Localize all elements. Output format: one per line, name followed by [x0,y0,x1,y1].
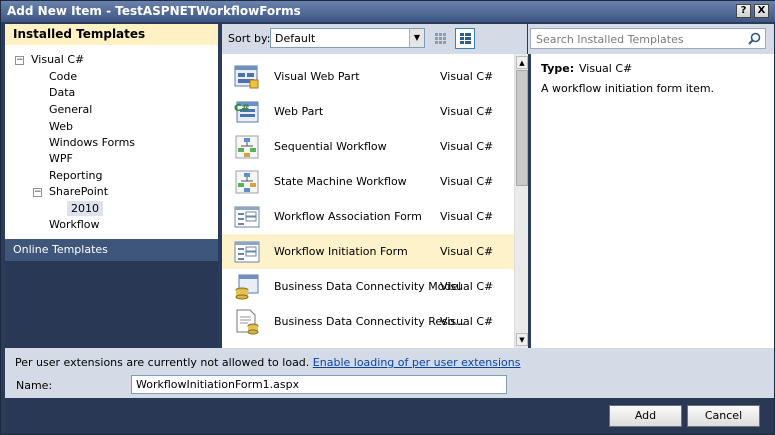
tree-item-data[interactable]: Data [49,86,75,99]
search-input[interactable]: Search Installed Templates [530,28,766,49]
template-language: Visual C# [440,210,494,223]
sort-by-value: Default [275,32,316,45]
tree-item-windows-forms[interactable]: Windows Forms [49,136,135,149]
template-language: Visual C# [440,315,494,328]
template-name: State Machine Workflow [274,175,407,188]
template-details-panel: Type: Visual C# A workflow initiation fo… [531,54,774,348]
template-description: A workflow initiation form item. [541,82,715,95]
tree-item-code[interactable]: Code [49,70,77,83]
window-title: Add New Item - TestASPNETWorkflowForms [7,4,301,18]
help-button[interactable]: ? [736,4,751,18]
form-icon [234,206,260,228]
left-panel-empty [5,261,218,348]
template-row-bdc-model[interactable]: Business Data Connectivity Model Visual … [222,269,514,304]
template-language: Visual C# [440,70,494,83]
search-icon[interactable] [748,32,761,45]
form-icon [234,241,260,263]
close-button[interactable]: X [754,4,769,18]
small-icons-view-icon [435,33,446,44]
template-row-bdc-resource[interactable]: Business Data Connectivity Reso... Visua… [222,304,514,339]
collapse-sharepoint-icon[interactable]: − [33,188,42,197]
web-part-icon: C# [234,101,259,123]
template-row-state-machine-workflow[interactable]: State Machine Workflow Visual C# [222,164,514,199]
template-language: Visual C# [440,245,494,258]
tree-item-reporting[interactable]: Reporting [49,169,102,182]
template-row-visual-web-part[interactable]: Visual Web Part Visual C# [222,59,514,94]
state-machine-workflow-icon [235,170,259,194]
chevron-down-icon[interactable]: ▼ [409,29,424,47]
type-label: Type: [541,62,575,75]
tree-item-general[interactable]: General [49,103,92,116]
svg-text:C#: C# [234,103,250,114]
sort-toolbar: Sort by: Default ▼ [222,24,527,54]
sequential-workflow-icon [235,135,259,159]
medium-icons-view-button[interactable] [455,28,475,49]
cancel-button[interactable]: Cancel [687,405,760,427]
bdc-model-icon [235,274,259,300]
template-name: Sequential Workflow [274,140,387,153]
template-row-workflow-initiation-form[interactable]: Workflow Initiation Form Visual C# [222,234,514,269]
tree-item-web[interactable]: Web [49,120,73,133]
tree-item-sharepoint-2010[interactable]: 2010 [67,201,103,216]
dialog-window: Add New Item - TestASPNETWorkflowForms ?… [0,0,775,435]
collapse-visual-csharp-icon[interactable]: − [15,56,24,65]
list-view-icon [460,33,471,44]
template-name: Business Data Connectivity Model [274,280,462,293]
visual-web-part-icon [234,65,259,89]
template-row-sequential-workflow[interactable]: Sequential Workflow Visual C# [222,129,514,164]
scroll-up-icon[interactable]: ▲ [516,56,528,69]
template-language: Visual C# [440,105,494,118]
dialog-footer: Add Cancel [5,398,774,434]
tree-item-visual-csharp[interactable]: Visual C# [31,53,84,66]
title-bar[interactable]: Add New Item - TestASPNETWorkflowForms ?… [1,1,775,22]
template-name: Visual Web Part [274,70,360,83]
template-name: Workflow Initiation Form [274,245,408,258]
search-area: Search Installed Templates [528,24,774,54]
template-language: Visual C# [440,175,494,188]
bdc-resource-icon [236,309,259,335]
template-categories-panel: Installed Templates − Visual C# Code Dat… [5,24,218,348]
template-row-workflow-association-form[interactable]: Workflow Association Form Visual C# [222,199,514,234]
extensions-message: Per user extensions are currently not al… [15,356,521,369]
online-templates-header[interactable]: Online Templates [5,239,218,261]
name-input[interactable]: WorkflowInitiationForm1.aspx [131,375,507,394]
installed-templates-header[interactable]: Installed Templates [5,24,218,45]
search-placeholder: Search Installed Templates [536,33,684,46]
small-icons-view-button[interactable] [430,28,450,49]
template-list-scrollbar[interactable]: ▲ ▼ [514,54,528,348]
template-name: Web Part [274,105,324,118]
template-language: Visual C# [440,280,494,293]
template-name: Business Data Connectivity Reso... [274,315,465,328]
type-value: Visual C# [579,62,633,75]
name-area: Per user extensions are currently not al… [5,348,774,398]
enable-extensions-link[interactable]: Enable loading of per user extensions [313,356,521,369]
sort-by-label: Sort by: [228,32,271,45]
template-language: Visual C# [440,140,494,153]
template-row-web-part[interactable]: C# Web Part Visual C# [222,94,514,129]
tree-item-workflow[interactable]: Workflow [49,218,100,231]
name-label: Name: [16,379,53,392]
tree-item-wpf[interactable]: WPF [49,152,73,165]
template-list: Visual Web Part Visual C# C# Web Part Vi… [222,54,514,348]
extensions-message-text: Per user extensions are currently not al… [15,356,310,369]
template-name: Workflow Association Form [274,210,422,223]
sort-by-select[interactable]: Default ▼ [270,28,425,48]
tree-item-sharepoint[interactable]: SharePoint [49,185,108,198]
scroll-down-icon[interactable]: ▼ [516,333,528,346]
scrollbar-thumb[interactable] [516,70,528,186]
add-button[interactable]: Add [609,405,682,427]
